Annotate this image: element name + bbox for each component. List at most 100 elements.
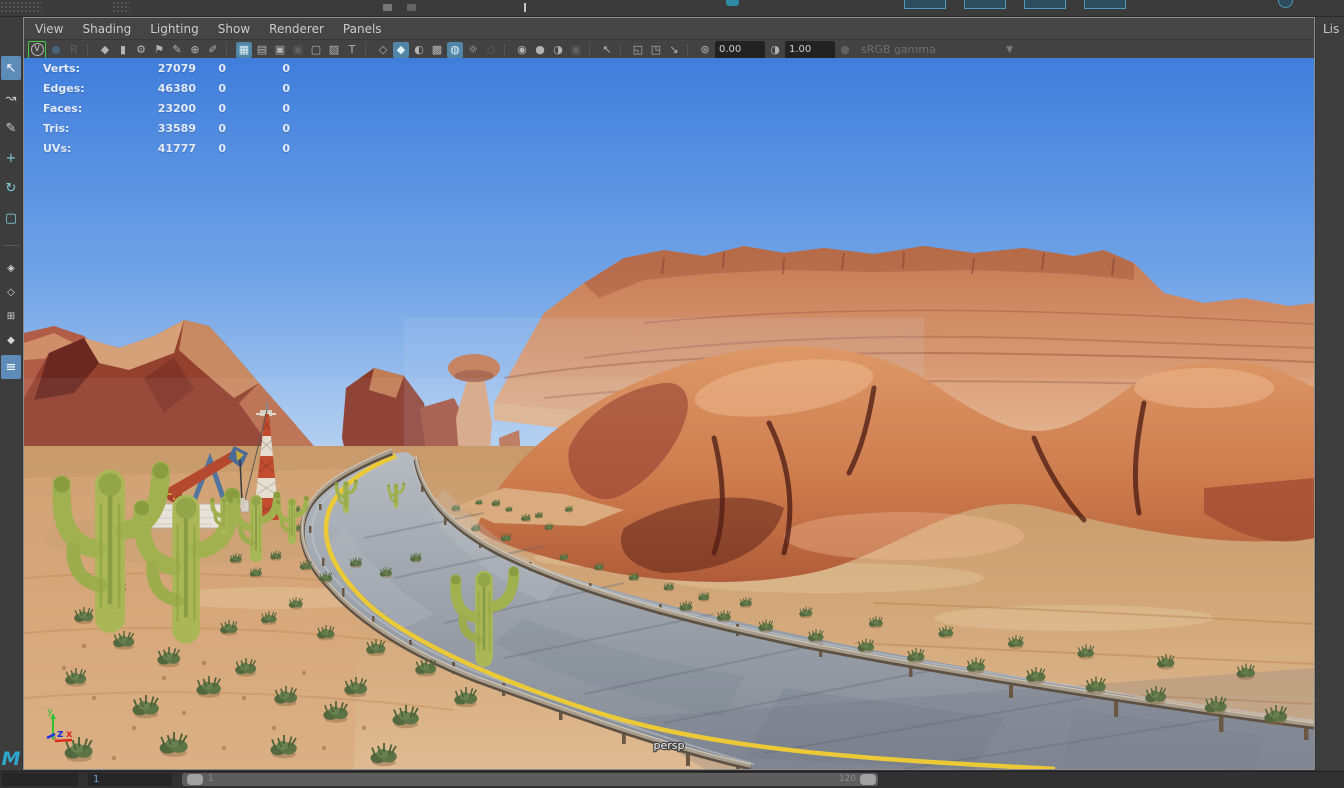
isolate-select-icon[interactable]: ● (48, 42, 64, 58)
toolbar-icon-glyph: ◳ (651, 43, 661, 56)
toolbar-icon-glyph: ▣ (275, 43, 285, 56)
xray-icon[interactable]: R (66, 42, 82, 58)
toolbar-icon-glyph: ⊛ (700, 43, 709, 56)
toolbar-icon-glyph: ▦ (239, 43, 249, 56)
range-slider-bar: 1 1 120 (0, 771, 1344, 788)
isolate-selected-icon[interactable]: ↖ (599, 42, 615, 58)
layout-two-pane[interactable]: ◇ (1, 283, 21, 301)
camera-icon[interactable]: ◆ (97, 42, 113, 58)
safe-action-icon[interactable]: ▢ (308, 42, 324, 58)
hud-selected-value: 0 (204, 82, 226, 95)
camera-settings-icon[interactable]: ⚙ (133, 42, 149, 58)
toolbar-icon-glyph: ▤ (257, 43, 267, 56)
toolbar-item (504, 44, 509, 56)
default-light-icon[interactable]: ☼ (465, 42, 481, 58)
toolbar-item (87, 44, 92, 56)
image-plane-icon[interactable]: ◱ (630, 42, 646, 58)
shelf-icon-fragment-blue (964, 0, 1006, 9)
pencil-icon[interactable]: ✎ (169, 42, 185, 58)
hud-selected-value: 0 (204, 62, 226, 75)
view-transform-dropdown[interactable]: sRGB gamma▼ (855, 42, 1019, 58)
tool-icon: ◆ (7, 335, 15, 346)
toolbar-icon-glyph: ● (535, 43, 545, 56)
anti-alias-icon[interactable]: ▣ (568, 42, 584, 58)
zoom-region-icon[interactable]: ⊕ (187, 42, 203, 58)
gamma-icon[interactable]: ◑ (767, 42, 783, 58)
grease-pencil-icon[interactable]: ✐ (205, 42, 221, 58)
gate-mask-icon[interactable]: ▣ (290, 42, 306, 58)
use-all-lights-icon[interactable]: ◍ (447, 42, 463, 58)
layout-plus-pane[interactable]: ⊞ (1, 307, 21, 325)
animation-start-field[interactable] (2, 773, 78, 786)
move-tool[interactable]: + (1, 146, 21, 170)
menu-show[interactable]: Show (218, 22, 250, 36)
wireframe-icon[interactable]: ◇ (375, 42, 391, 58)
menu-panels[interactable]: Panels (343, 22, 382, 36)
range-slider-track[interactable]: 1 120 (182, 773, 878, 786)
toolbar-icon-glyph: ⚙ (136, 43, 146, 56)
range-end-handle[interactable] (860, 774, 876, 785)
rotate-tool[interactable]: ↻ (1, 176, 21, 200)
selection-highlight-icon[interactable]: V (28, 41, 46, 59)
textured-icon[interactable]: ▩ (429, 42, 445, 58)
viewport-3d[interactable]: y z x persp Verts: 27079 0 0 Edges: 4638… (24, 58, 1314, 769)
shaded-icon[interactable]: ◆ (393, 42, 409, 58)
layout-single-pane[interactable]: ◈ (1, 259, 21, 277)
tool-icon: ▢ (5, 211, 17, 226)
playback-start-field[interactable]: 1 (88, 773, 172, 786)
toolbar-item (620, 44, 625, 56)
exposure-field[interactable]: 0.00 (715, 41, 765, 59)
tool-icon: ◇ (7, 287, 15, 298)
menu-renderer[interactable]: Renderer (269, 22, 324, 36)
camera-lock-icon[interactable]: ▮ (115, 42, 131, 58)
shadows-icon[interactable]: ◉ (514, 42, 530, 58)
right-panel: Lis (1316, 17, 1344, 770)
menu-view[interactable]: View (35, 22, 63, 36)
toolbar-item (687, 44, 692, 56)
toolbar-icon-glyph: ✐ (208, 43, 217, 56)
film-gate-icon[interactable]: ▤ (254, 42, 270, 58)
toolbar-icon-glyph: 1.00 (789, 44, 811, 55)
layout-four-pane[interactable]: ◆ (1, 331, 21, 349)
ambient-occlusion-icon[interactable]: ● (532, 42, 548, 58)
text-hud-icon[interactable]: T (344, 42, 360, 58)
shelf-icon-fragment (383, 4, 392, 11)
toolbar-icon-glyph: ● (51, 43, 61, 56)
lasso-select-tool[interactable]: ↝ (1, 86, 21, 110)
exposure-icon[interactable]: ⊛ (697, 42, 713, 58)
hud-row: Edges: 46380 0 0 (24, 82, 344, 96)
select-tool[interactable]: ↖ (1, 56, 21, 80)
hud-label: Edges: (43, 82, 85, 95)
menu-lighting[interactable]: Lighting (150, 22, 199, 36)
toolbar-icon-glyph: ◑ (553, 43, 563, 56)
image-plane-copy-icon[interactable]: ◳ (648, 42, 664, 58)
grid-icon[interactable]: ▦ (236, 42, 252, 58)
axis-z-label: z (57, 727, 63, 740)
hud-row: Tris: 33589 0 0 (24, 122, 344, 136)
hud-component-value: 0 (250, 122, 290, 135)
menu-shading[interactable]: Shading (82, 22, 131, 36)
shelf-icon-fragment (407, 4, 416, 11)
gamma-field[interactable]: 1.00 (785, 41, 835, 59)
view-transform-toggle-icon[interactable]: ● (837, 42, 853, 58)
resolution-gate-icon[interactable]: ▣ (272, 42, 288, 58)
panel-toolbar: V●R◆▮⚙⚑✎⊕✐▦▤▣▣▢▨T◇◆◐▩◍☼◇◉●◑▣↖◱◳↘⊛0.00◑1.… (24, 40, 1314, 60)
paint-select-tool[interactable]: ✎ (1, 116, 21, 140)
chevron-down-icon: ▼ (1006, 45, 1013, 55)
tool-icon: + (6, 151, 17, 166)
scale-tool[interactable]: ▢ (1, 206, 21, 230)
panel-menubar: View Shading Lighting Show Renderer Panels (24, 18, 1314, 40)
toolbar-icon-glyph: T (349, 43, 356, 56)
range-start-handle[interactable] (187, 774, 203, 785)
layout-outliner-persp[interactable]: ≡ (1, 355, 21, 379)
toolbar-icon-glyph: ▢ (311, 43, 321, 56)
bookmark-icon[interactable]: ⚑ (151, 42, 167, 58)
flat-lighting-icon[interactable]: ◇ (483, 42, 499, 58)
motion-blur-icon[interactable]: ◑ (550, 42, 566, 58)
tool-icon: ◈ (7, 263, 15, 274)
snapshot-icon[interactable]: ↘ (666, 42, 682, 58)
safe-title-icon[interactable]: ▨ (326, 42, 342, 58)
right-panel-menu-label[interactable]: Lis (1323, 22, 1339, 36)
toolbar-icon-glyph: ☼ (468, 43, 478, 56)
wireframe-on-shaded-icon[interactable]: ◐ (411, 42, 427, 58)
